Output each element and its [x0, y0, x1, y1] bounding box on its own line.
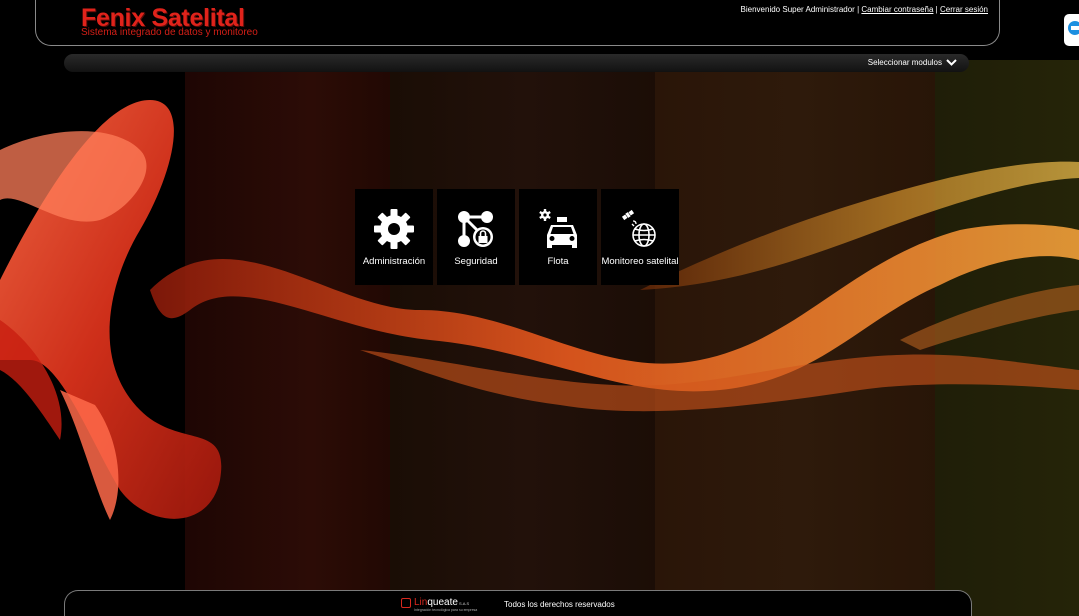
company-logo-icon: [401, 598, 411, 608]
module-bar: Seleccionar modulos: [64, 54, 969, 72]
copyright-text: Todos los derechos reservados: [504, 600, 615, 609]
network-lock-icon: [458, 211, 493, 247]
logo-subtitle: Sistema integrado de datos y monitoreo: [81, 27, 258, 38]
separator: |: [857, 5, 860, 14]
footer-bar: LinqueateS.A.S Integración tecnológica p…: [64, 590, 972, 616]
company-logo: LinqueateS.A.S Integración tecnológica p…: [401, 597, 477, 612]
module-label: Monitoreo satelital: [601, 256, 679, 267]
company-suffix: S.A.S: [458, 601, 470, 606]
module-label: Seguridad: [454, 256, 498, 267]
user-bar: Bienvenido Super Administrador | Cambiar…: [741, 5, 988, 14]
module-selector-label: Seleccionar modulos: [867, 58, 942, 67]
app-screen: Fenix Satelital Sistema integrado de dat…: [0, 0, 1079, 616]
company-name-rest: queate: [427, 597, 458, 608]
gear-icon: [374, 209, 414, 249]
welcome-text: Bienvenido Super Administrador: [740, 5, 855, 14]
module-tile-seguridad[interactable]: Seguridad: [437, 189, 515, 285]
module-tile-flota[interactable]: Flota: [519, 189, 597, 285]
module-label: Flota: [547, 256, 569, 267]
logout-link[interactable]: Cerrar sesión: [940, 5, 988, 14]
remote-support-icon: [1068, 21, 1079, 35]
module-tile-monitoreo-satelital[interactable]: Monitoreo satelital: [601, 189, 679, 285]
module-tile-administracion[interactable]: Administración: [355, 189, 433, 285]
company-name-first: Lin: [414, 597, 428, 608]
separator: |: [935, 5, 938, 14]
module-label: Administración: [362, 256, 426, 267]
chevron-down-icon: [946, 59, 957, 66]
change-password-link[interactable]: Cambiar contraseña: [861, 5, 933, 14]
taxi-gear-icon: [539, 209, 577, 248]
background-waves: [0, 100, 1079, 520]
module-selector[interactable]: Seleccionar modulos: [868, 58, 957, 67]
side-panel-tab[interactable]: [1064, 14, 1079, 46]
header-bar: Fenix Satelital Sistema integrado de dat…: [35, 0, 1000, 46]
company-tagline: Integración tecnológica para su empresa: [414, 608, 478, 612]
satellite-globe-icon: [621, 209, 656, 247]
